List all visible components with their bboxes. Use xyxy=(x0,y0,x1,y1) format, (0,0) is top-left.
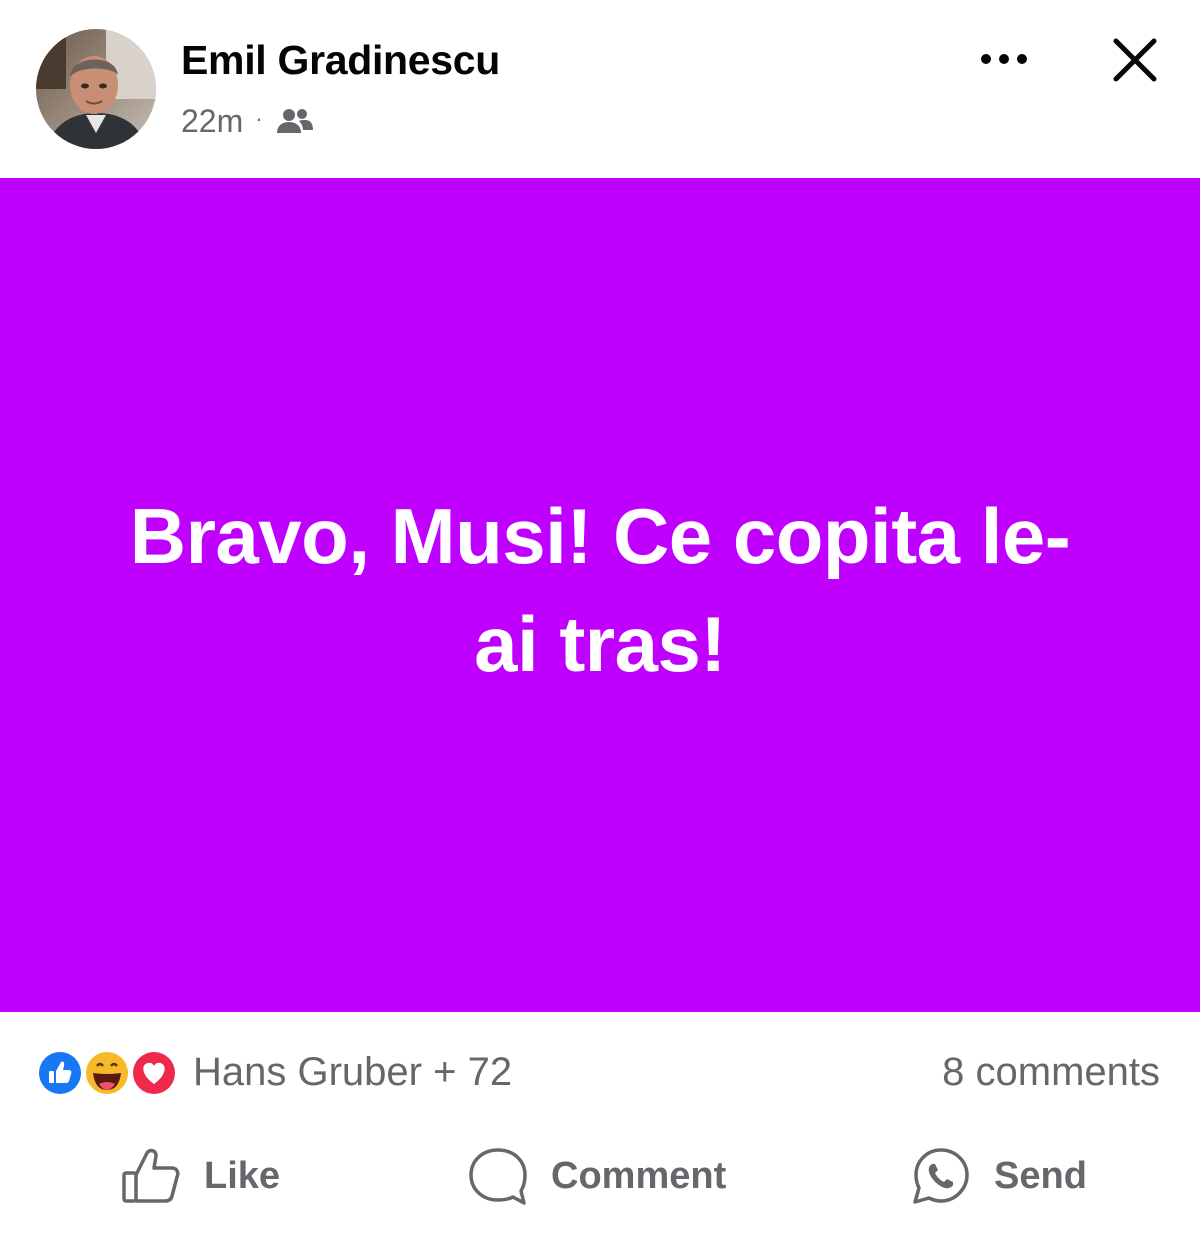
close-icon xyxy=(1113,38,1157,82)
close-button[interactable] xyxy=(1103,30,1167,90)
like-reaction-icon xyxy=(36,1049,84,1097)
thumbs-up-icon xyxy=(122,1148,180,1203)
more-horizontal-icon xyxy=(981,54,1027,64)
meta-separator: · xyxy=(255,106,263,131)
send-label: Send xyxy=(994,1154,1087,1197)
comment-label: Comment xyxy=(551,1154,727,1197)
send-button[interactable]: Send xyxy=(910,1136,1087,1216)
reactions-bar: Hans Gruber + 72 8 comments xyxy=(0,1040,1200,1102)
friends-icon[interactable] xyxy=(275,106,315,136)
post-time[interactable]: 22m xyxy=(181,103,243,140)
more-options-button[interactable] xyxy=(972,36,1036,82)
like-button[interactable]: Like xyxy=(120,1136,280,1216)
comment-button[interactable]: Comment xyxy=(467,1136,726,1216)
haha-reaction-icon xyxy=(83,1049,131,1097)
like-label: Like xyxy=(204,1154,281,1197)
comment-bubble-icon xyxy=(469,1148,527,1205)
reactions-summary[interactable]: Hans Gruber + 72 xyxy=(193,1048,512,1096)
post-actions: Like Comment Send xyxy=(0,1136,1200,1216)
post-header: Emil Gradinescu 22m · xyxy=(0,0,1200,178)
reaction-icons[interactable] xyxy=(35,1048,183,1098)
whatsapp-icon xyxy=(913,1148,969,1204)
author-avatar[interactable] xyxy=(36,29,156,149)
post-content-background[interactable]: Bravo, Musi! Ce copita le-ai tras! xyxy=(0,178,1200,1012)
love-reaction-icon xyxy=(130,1049,178,1097)
author-name[interactable]: Emil Gradinescu xyxy=(181,37,500,83)
author-photo xyxy=(36,29,156,149)
post-text: Bravo, Musi! Ce copita le-ai tras! xyxy=(129,492,1071,688)
comments-count[interactable]: 8 comments xyxy=(942,1048,1160,1096)
post-meta: 22m · xyxy=(181,101,315,141)
